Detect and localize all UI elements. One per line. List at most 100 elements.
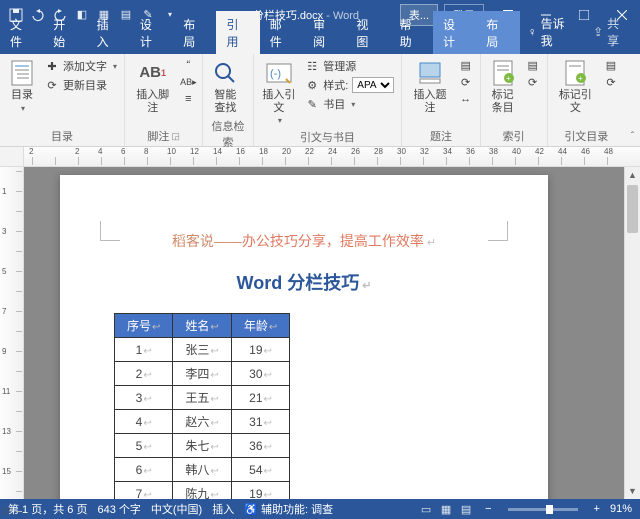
scroll-down-icon[interactable]: ▼ <box>625 483 640 499</box>
insert-index-icon: ▤ <box>526 58 540 72</box>
insert-mode[interactable]: 插入 <box>212 501 234 517</box>
a11y-status[interactable]: ♿ 辅助功能: 调查 <box>244 501 333 517</box>
update-index-button[interactable]: ⟳ <box>523 74 543 90</box>
doc-title[interactable]: Word 分栏技巧↵ <box>108 269 500 295</box>
word-count[interactable]: 643 个字 <box>97 501 140 517</box>
group-index: + 标记 条目 ▤ ⟳ 索引 <box>481 54 548 146</box>
tab-帮助[interactable]: 帮助 <box>390 11 433 54</box>
search-icon <box>211 59 239 87</box>
group-research: 智能 查找 信息检索 <box>203 54 253 146</box>
group-footnotes: AB1 插入脚注 “ AB▸ ≡ 脚注◲ <box>125 54 203 146</box>
status-bar: 第 1 页，共 6 页 643 个字 中文(中国) 插入 ♿ 辅助功能: 调查 … <box>0 499 640 519</box>
qat-icon[interactable]: ◧ <box>74 7 90 23</box>
zoom-out-icon[interactable]: − <box>485 503 491 515</box>
dialog-launcher-icon[interactable]: ◲ <box>171 131 180 142</box>
insert-toa-button[interactable]: ▤ <box>601 57 621 73</box>
table-row[interactable]: 2↩李四↩30↩ <box>115 362 290 386</box>
update-icon: ⟳ <box>45 78 59 92</box>
tab-设计[interactable]: 设计 <box>433 11 476 54</box>
tab-引用[interactable]: 引用 <box>216 11 259 54</box>
tell-me[interactable]: ♀告诉我 <box>520 10 584 54</box>
web-layout-icon[interactable]: ▤ <box>457 501 475 517</box>
paragraph-mark-icon: ↵ <box>427 237 436 249</box>
tab-邮件[interactable]: 邮件 <box>260 11 303 54</box>
show-notes-button[interactable]: ≡ <box>178 91 198 107</box>
update-toc-button[interactable]: ⟳更新目录 <box>42 76 120 94</box>
caption-small-2[interactable]: ⟳ <box>456 74 476 90</box>
citation-icon: (-) <box>265 59 293 87</box>
caption-small-3[interactable]: ↔ <box>456 91 476 107</box>
horizontal-ruler[interactable]: 2246810121416182022242628303234363840424… <box>0 147 640 167</box>
table-row[interactable]: 6↩韩八↩54↩ <box>115 458 290 482</box>
table-row[interactable]: 5↩朱七↩36↩ <box>115 434 290 458</box>
qat-icon[interactable]: ▦ <box>96 7 112 23</box>
zoom-in-icon[interactable]: + <box>594 503 600 515</box>
manage-icon: ☷ <box>305 59 319 73</box>
table-header[interactable]: 年龄↩ <box>231 314 289 338</box>
language-status[interactable]: 中文(中国) <box>151 501 202 517</box>
margin-corner-icon <box>100 221 120 241</box>
margin-corner-icon <box>488 221 508 241</box>
doc-slogan[interactable]: 稻客说——办公技巧分享，提高工作效率↵ <box>108 231 500 251</box>
undo-icon[interactable] <box>30 7 46 23</box>
read-mode-icon[interactable]: ▭ <box>417 501 435 517</box>
caption-small-1[interactable]: ▤ <box>456 57 476 73</box>
update-tof-icon: ⟳ <box>459 75 473 89</box>
collapse-ribbon-icon[interactable]: ˆ <box>631 131 634 142</box>
vertical-ruler[interactable]: 1357911131517 <box>0 167 24 499</box>
scroll-thumb[interactable] <box>627 185 638 233</box>
print-layout-icon[interactable]: ▦ <box>437 501 455 517</box>
qat-icon[interactable]: ▤ <box>118 7 134 23</box>
ribbon-tabs: 文件开始插入设计布局引用邮件审阅视图帮助设计布局♀告诉我⇪共享 <box>0 29 640 54</box>
table-row[interactable]: 1↩张三↩19↩ <box>115 338 290 362</box>
mark-entry-icon: + <box>489 59 517 87</box>
bulb-icon: ♀ <box>528 25 537 39</box>
qat-icon[interactable]: ✎ <box>140 7 156 23</box>
vertical-scrollbar[interactable]: ▲ ▼ <box>624 167 640 499</box>
qat-more-icon[interactable]: ▾ <box>162 7 178 23</box>
table-header[interactable]: 姓名↩ <box>173 314 231 338</box>
insert-citation-button[interactable]: (-) 插入引文▾ <box>258 57 301 127</box>
table-row[interactable]: 4↩赵六↩31↩ <box>115 410 290 434</box>
workspace: 1357911131517 稻客说——办公技巧分享，提高工作效率↵ Word 分… <box>0 167 640 499</box>
table-header[interactable]: 序号↩ <box>115 314 173 338</box>
ruler-corner <box>0 147 24 166</box>
table-row[interactable]: 3↩王五↩21↩ <box>115 386 290 410</box>
scroll-up-icon[interactable]: ▲ <box>625 167 640 183</box>
endnote-icon: “ <box>181 58 195 72</box>
add-text-button[interactable]: ✚添加文字▾ <box>42 57 120 75</box>
insert-toa-icon: ▤ <box>604 58 618 72</box>
insert-endnote-button[interactable]: “ <box>178 57 198 73</box>
redo-icon[interactable] <box>52 7 68 23</box>
save-icon[interactable] <box>8 7 24 23</box>
insert-index-button[interactable]: ▤ <box>523 57 543 73</box>
toc-button[interactable]: 目录▾ <box>4 57 40 115</box>
smart-lookup-button[interactable]: 智能 查找 <box>207 57 243 116</box>
zoom-level[interactable]: 91% <box>610 503 632 515</box>
insert-tof-icon: ▤ <box>459 58 473 72</box>
next-footnote-button[interactable]: AB▸ <box>178 74 198 90</box>
page-area[interactable]: 稻客说——办公技巧分享，提高工作效率↵ Word 分栏技巧↵ 序号↩姓名↩年龄↩… <box>24 167 624 499</box>
group-toc: 目录▾ ✚添加文字▾ ⟳更新目录 目录 <box>0 54 125 146</box>
tab-布局[interactable]: 布局 <box>476 11 519 54</box>
table-row[interactable]: 7↩陈九↩19↩ <box>115 482 290 500</box>
tab-布局[interactable]: 布局 <box>173 11 216 54</box>
share-button[interactable]: ⇪共享 <box>583 10 640 54</box>
doc-table[interactable]: 序号↩姓名↩年龄↩ 1↩张三↩19↩2↩李四↩30↩3↩王五↩21↩4↩赵六↩3… <box>114 313 290 499</box>
bibliography-button[interactable]: ✎书目▾ <box>302 95 397 113</box>
style-select[interactable]: ⚙样式: APA <box>302 76 397 94</box>
group-toa: + 标记引文 ▤ ⟳ 引文目录 <box>548 54 625 146</box>
update-toa-button[interactable]: ⟳ <box>601 74 621 90</box>
show-notes-icon: ≡ <box>181 92 195 106</box>
mark-citation-button[interactable]: + 标记引文 <box>552 57 599 116</box>
page-status[interactable]: 第 1 页，共 6 页 <box>8 501 87 517</box>
document-page[interactable]: 稻客说——办公技巧分享，提高工作效率↵ Word 分栏技巧↵ 序号↩姓名↩年龄↩… <box>60 175 548 499</box>
style-dropdown[interactable]: APA <box>352 77 394 93</box>
paragraph-mark-icon: ↵ <box>362 280 371 292</box>
mark-entry-button[interactable]: + 标记 条目 <box>485 57 521 116</box>
insert-caption-button[interactable]: 插入题注 <box>406 57 453 116</box>
insert-footnote-button[interactable]: AB1 插入脚注 <box>129 57 176 116</box>
add-text-icon: ✚ <box>45 59 59 73</box>
manage-sources-button[interactable]: ☷管理源 <box>302 57 397 75</box>
zoom-slider[interactable] <box>508 508 578 511</box>
